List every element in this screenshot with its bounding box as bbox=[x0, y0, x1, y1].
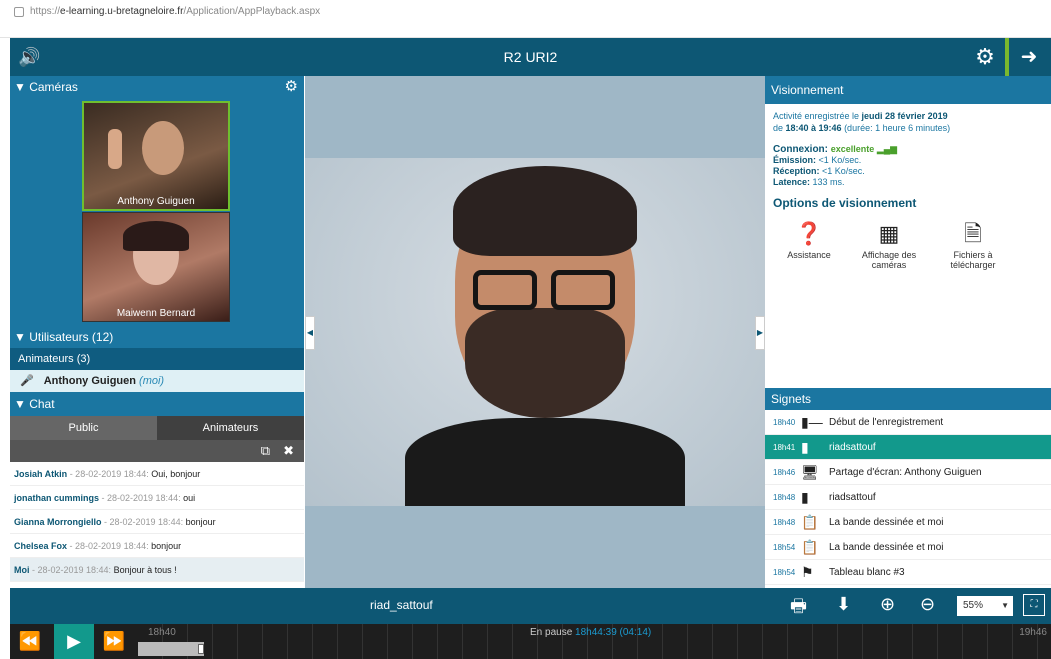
user-name: Anthony Guiguen bbox=[43, 375, 136, 387]
users-header[interactable]: ▼ Utilisateurs (12) bbox=[10, 326, 304, 348]
chat-message: Chelsea Fox - 28-02-2019 18:44: bonjour bbox=[10, 534, 304, 558]
camera-settings-icon[interactable]: ⚙ bbox=[285, 76, 298, 98]
chat-message: jonathan cummings - 28-02-2019 18:44: ou… bbox=[10, 486, 304, 510]
left-panel: ▼ Caméras ⚙ Anthony Guiguen Maiwenn Berna… bbox=[10, 76, 304, 588]
bookmarks-header: Signets bbox=[765, 388, 1051, 410]
bookmark-item[interactable]: 18h54 📋 La bande dessinée et moi bbox=[765, 535, 1051, 560]
play-icon[interactable]: ▶ bbox=[54, 624, 94, 659]
signal-icon: ▂▄▆ bbox=[876, 144, 898, 154]
zoom-in-icon[interactable]: ⊕ bbox=[880, 594, 895, 615]
help-icon: ❓ bbox=[795, 221, 823, 246]
document-icon: ▮ bbox=[801, 489, 809, 505]
recording-info: Activité enregistrée le jeudi 28 février… bbox=[773, 111, 951, 133]
timeline-end: 19h46 bbox=[1019, 627, 1047, 638]
url-text[interactable]: https://e-learning.u-bretagneloire.fr/Ap… bbox=[30, 6, 320, 17]
cameras-panel: Anthony Guiguen Maiwenn Bernard bbox=[10, 98, 304, 326]
session-title: R2 URI2 bbox=[503, 49, 558, 65]
users-group[interactable]: Animateurs (3) bbox=[10, 348, 304, 370]
timeline[interactable]: 18h40 En pause 18h44:39 (04:14) 19h46 bbox=[138, 624, 1051, 659]
chat-message: Josiah Atkin - 28-02-2019 18:44: Oui, bo… bbox=[10, 462, 304, 486]
download-icon[interactable]: ⬇ bbox=[836, 594, 851, 615]
timeline-start: 18h40 bbox=[148, 627, 176, 638]
settings-gear-icon[interactable]: ⚙ bbox=[967, 38, 1003, 76]
camera-feed[interactable]: Maiwenn Bernard bbox=[82, 212, 230, 322]
bottom-toolbar: riad_sattouf 🖶 ⬇ ⊕ ⊖ 55% ▼ ⛶ bbox=[10, 588, 1051, 624]
camera-grid-icon: ▦ bbox=[878, 221, 900, 246]
scrubber-handle[interactable] bbox=[198, 644, 204, 654]
presenter-photo bbox=[305, 158, 765, 506]
tag-icon: ⚑ bbox=[801, 564, 814, 580]
fast-forward-icon[interactable]: ⏩ bbox=[94, 624, 134, 659]
camera-layout-button[interactable]: ▦ Affichage des caméras bbox=[849, 218, 929, 270]
bookmark-item[interactable]: 18h40 ▮— Début de l'enregistrement bbox=[765, 410, 1051, 435]
zoom-out-icon[interactable]: ⊖ bbox=[920, 594, 935, 615]
chat-header[interactable]: ▼ Chat bbox=[10, 392, 304, 416]
monitor-icon: 🖥 bbox=[801, 464, 819, 480]
right-panel: Visionnement Activité enregistrée le jeu… bbox=[765, 76, 1051, 588]
bookmark-item[interactable]: 18h48 📋 La bande dessinée et moi bbox=[765, 510, 1051, 535]
assistance-button[interactable]: ❓ Assistance bbox=[769, 218, 849, 260]
tab-animateurs[interactable]: Animateurs bbox=[157, 416, 304, 440]
user-item[interactable]: 🎤 Anthony Guiguen (moi) bbox=[10, 370, 304, 392]
bookmark-item[interactable]: 18h48 ▮ riadsattouf bbox=[765, 485, 1051, 510]
clipboard-icon: 📋 bbox=[801, 514, 819, 530]
print-icon[interactable]: 🖶 bbox=[790, 594, 807, 624]
camera-name: Maiwenn Bernard bbox=[116, 308, 196, 319]
bookmark-item[interactable]: 18h46 🖥 Partage d'écran: Anthony Guiguen bbox=[765, 460, 1051, 485]
chat-message: Moi - 28-02-2019 18:44: Bonjour à tous ! bbox=[10, 558, 304, 582]
viewing-header: Visionnement bbox=[765, 76, 1051, 104]
camera-feed[interactable]: Anthony Guiguen bbox=[82, 101, 230, 211]
microphone-icon: 🎤 bbox=[20, 375, 34, 387]
fullscreen-icon[interactable]: ⛶ bbox=[1023, 594, 1045, 616]
user-tag: (moi) bbox=[139, 375, 165, 387]
lock-icon bbox=[14, 7, 24, 17]
top-bar: 🔊 R2 URI2 ⚙ ➜ bbox=[10, 38, 1051, 76]
exit-icon[interactable]: ➜ bbox=[1011, 38, 1047, 76]
collapse-left-handle[interactable]: ◀ bbox=[305, 316, 315, 350]
bookmark-item[interactable]: 18h41 ▮ riadsattouf bbox=[765, 435, 1051, 460]
chevron-down-icon: ▼ bbox=[1001, 601, 1009, 610]
copy-icon[interactable]: ⧉ bbox=[261, 443, 270, 459]
close-icon[interactable]: ✖ bbox=[283, 443, 294, 459]
clipboard-icon: 📋 bbox=[801, 539, 819, 555]
connection-info: Connexion: excellente ▂▄▆ Émission: <1 K… bbox=[773, 144, 898, 187]
download-file-icon: 🗎 bbox=[964, 221, 982, 246]
collapse-right-handle[interactable]: ▶ bbox=[755, 316, 765, 350]
filename: riad_sattouf bbox=[370, 598, 433, 612]
playback-status: En pause 18h44:39 (04:14) bbox=[530, 627, 652, 638]
document-icon: ▮ bbox=[801, 439, 809, 455]
browser-address-bar[interactable]: https://e-learning.u-bretagneloire.fr/Ap… bbox=[0, 0, 1051, 38]
chat-message: Gianna Morrongiello - 28-02-2019 18:44: … bbox=[10, 510, 304, 534]
bookmarks-list: 18h40 ▮— Début de l'enregistrement 18h41 ▮ r… bbox=[765, 410, 1051, 585]
tab-public[interactable]: Public bbox=[10, 416, 157, 440]
zoom-select[interactable]: 55% ▼ bbox=[957, 596, 1013, 616]
camera-name: Anthony Guiguen bbox=[117, 196, 195, 207]
downloads-button[interactable]: 🗎 Fichiers à télécharger bbox=[933, 218, 1013, 270]
viewing-options: ❓ Assistance ▦ Affichage des caméras 🗎 Fich… bbox=[765, 214, 1051, 304]
bookmark-item[interactable]: 18h54 ⚑ Tableau blanc #3 bbox=[765, 560, 1051, 585]
playback-bar: ⏪ ▶ ⏩ 18h40 En pause 18h44:39 (04:14) 19… bbox=[10, 624, 1051, 659]
marker-icon: ▮— bbox=[801, 414, 823, 430]
main-video-area[interactable] bbox=[305, 76, 765, 588]
options-title: Options de visionnement bbox=[773, 196, 917, 210]
divider bbox=[1005, 38, 1009, 76]
chat-toolbar: ⧉ ✖ bbox=[10, 440, 304, 462]
timeline-scrubber[interactable] bbox=[138, 642, 204, 656]
cameras-header[interactable]: ▼ Caméras ⚙ bbox=[10, 76, 304, 98]
rewind-icon[interactable]: ⏪ bbox=[10, 624, 50, 659]
chat-tabs: Public Animateurs bbox=[10, 416, 304, 440]
